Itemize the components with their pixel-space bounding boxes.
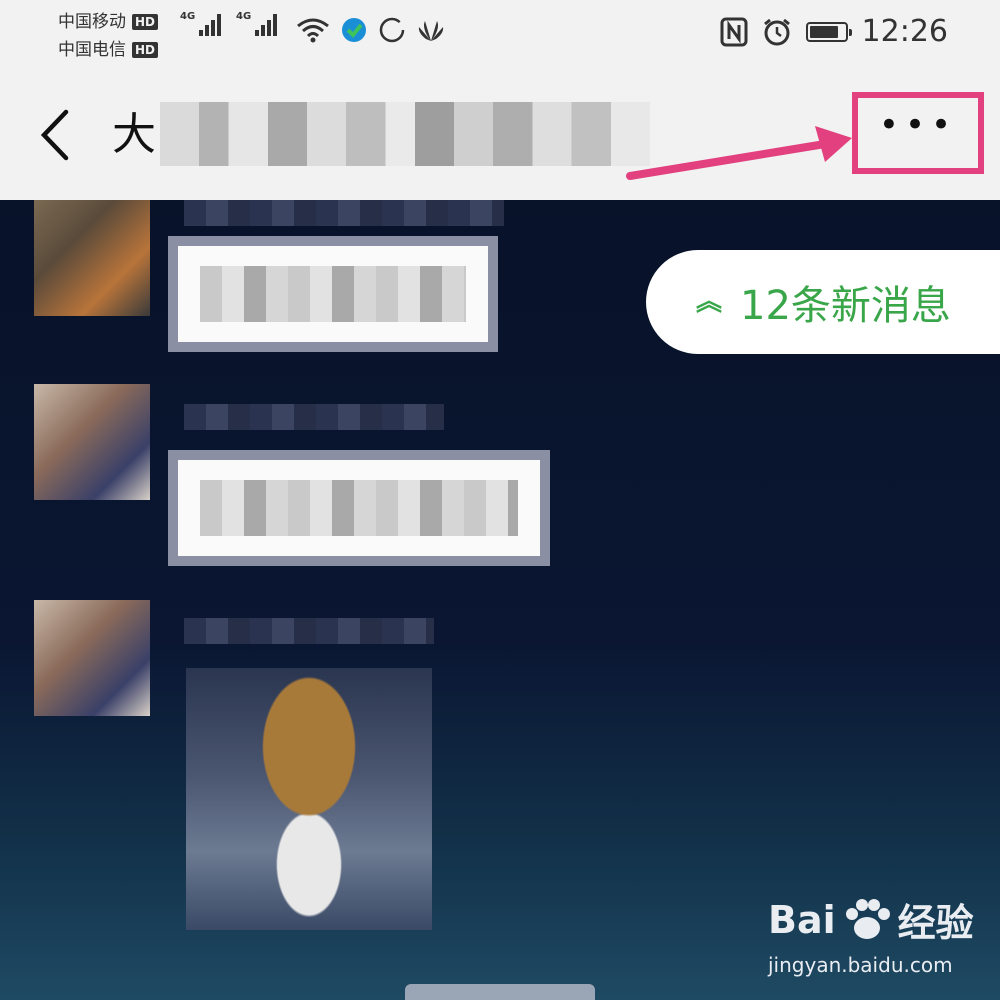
message-bubble[interactable]: [168, 236, 498, 352]
network-label: 4G: [236, 11, 252, 22]
paw-icon: [845, 898, 890, 939]
double-chevron-up-icon: ︽: [696, 287, 723, 317]
message-text-blurred: [200, 266, 466, 322]
signal-icon: 4G: [180, 11, 222, 36]
chat-title: 大: [112, 109, 156, 160]
new-messages-label: 12条新消息: [740, 283, 951, 329]
carrier-name: 中国移动: [58, 12, 126, 32]
huawei-icon: [418, 21, 444, 41]
chat-area[interactable]: ︽ 12条新消息: [0, 200, 1000, 1000]
back-icon[interactable]: [30, 100, 90, 170]
blurred-chat-name: [160, 102, 650, 166]
nfc-icon: [720, 17, 748, 46]
status-icons: [296, 16, 446, 44]
sender-name-blurred: [184, 404, 444, 430]
sender-name-blurred: [184, 200, 504, 226]
chat-header: 大 •••: [0, 72, 1000, 200]
new-messages-button[interactable]: ︽ 12条新消息: [646, 250, 1000, 354]
signal-icon: 4G: [236, 11, 278, 36]
message-bubble[interactable]: [168, 450, 550, 566]
status-right: 12:26: [720, 14, 948, 49]
wifi-icon: [297, 18, 329, 43]
clock: 12:26: [861, 14, 948, 49]
more-dots-icon: •••: [878, 105, 958, 145]
network-label: 4G: [180, 11, 196, 22]
carrier-row-2: 中国电信 HD: [58, 36, 159, 64]
home-indicator[interactable]: [405, 984, 595, 1000]
watermark-logo: Bai 经验: [768, 892, 974, 947]
hd-badge: HD: [132, 14, 159, 30]
carrier-row-1: 中国移动 HD: [58, 8, 159, 36]
app-icon: [342, 18, 366, 42]
battery-fill: [809, 25, 838, 38]
avatar[interactable]: [34, 600, 150, 716]
avatar[interactable]: [34, 200, 150, 316]
alarm-icon: [763, 18, 790, 45]
message-image[interactable]: [186, 668, 432, 930]
watermark-brand: Bai: [768, 897, 836, 942]
carrier-name: 中国电信: [58, 40, 126, 60]
watermark-brand-suffix: 经验: [897, 901, 974, 945]
carrier-info: 中国移动 HD 中国电信 HD: [58, 8, 159, 64]
battery-icon: [805, 21, 852, 42]
circle-icon: [379, 17, 405, 43]
watermark-url: jingyan.baidu.com: [768, 953, 953, 977]
message-text-blurred: [200, 480, 518, 536]
sender-name-blurred: [184, 618, 434, 644]
status-bar: 中国移动 HD 中国电信 HD 4G 4G 12:26: [0, 0, 1000, 72]
baidu-watermark: Bai 经验 jingyan.baidu.com: [768, 892, 974, 978]
avatar[interactable]: [34, 384, 150, 500]
annotation-arrow: [626, 126, 852, 180]
hd-badge: HD: [132, 42, 159, 58]
more-options-button[interactable]: •••: [852, 92, 984, 174]
